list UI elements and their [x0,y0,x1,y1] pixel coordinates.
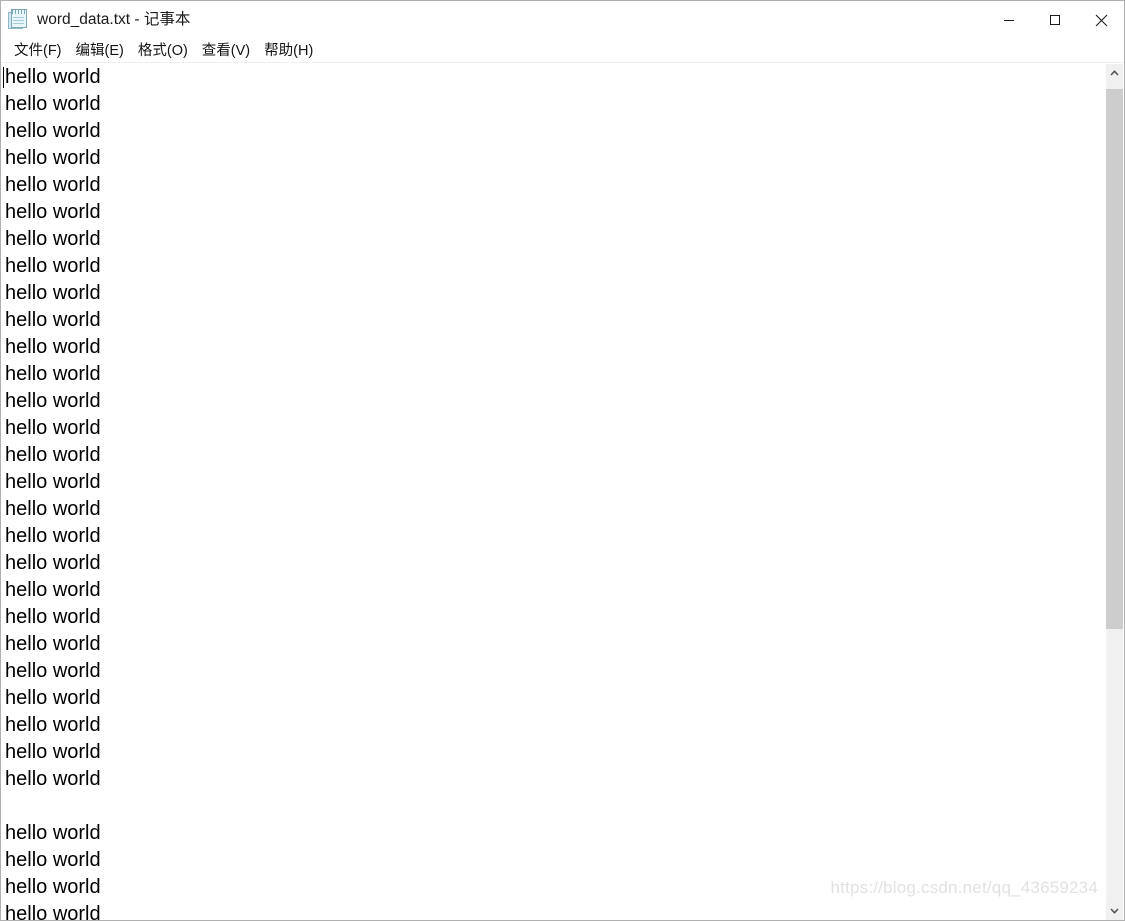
text-line: hello world [5,93,101,115]
maximize-button[interactable] [1032,1,1078,39]
vertical-scrollbar[interactable] [1105,64,1123,920]
text-line: hello world [5,66,101,88]
text-line [2,793,1105,820]
text-line: hello world [5,660,101,682]
text-line: hello world [5,606,101,628]
text-line: hello world [5,849,101,871]
text-line: hello world [5,255,101,277]
scroll-down-button[interactable] [1106,902,1123,920]
text-line: hello world [5,876,101,898]
notepad-window: word_data.txt - 记事本 文件(F) 编辑(E) 格式(O) 查看… [0,0,1125,921]
menu-bar: 文件(F) 编辑(E) 格式(O) 查看(V) 帮助(H) [1,39,1124,63]
text-line: hello world [5,444,101,466]
text-line: hello world [5,282,101,304]
text-caret [3,67,4,88]
text-line: hello world [5,336,101,358]
text-line: hello world [5,498,101,520]
text-line: hello world [5,471,101,493]
title-bar-left: word_data.txt - 记事本 [1,1,190,39]
text-line: hello world [5,309,101,331]
editor-content: hello world hello world hello world hello w… [1,64,1124,920]
text-line: hello world [5,552,101,574]
text-line: hello world [5,714,101,736]
maximize-icon [1050,15,1060,25]
text-line: hello world [5,201,101,223]
text-line: hello world [5,525,101,547]
text-editor[interactable]: hello world hello world hello world hello w… [1,64,1105,920]
text-line: hello world [5,903,101,920]
text-line: hello world [5,768,101,790]
menu-item-format[interactable]: 格式(O) [131,40,195,62]
window-title: word_data.txt - 记事本 [37,11,191,28]
chevron-up-icon [1110,70,1119,76]
text-line: hello world [5,120,101,142]
text-line: hello world [5,363,101,385]
notepad-icon [8,9,28,31]
scroll-up-button[interactable] [1106,64,1123,82]
text-line: hello world [5,228,101,250]
title-bar[interactable]: word_data.txt - 记事本 [1,1,1124,39]
text-line: hello world [5,822,101,844]
text-line: hello world [5,579,101,601]
menu-item-help[interactable]: 帮助(H) [257,40,320,62]
chevron-down-icon [1110,908,1119,914]
notepad-icon-spiral [12,10,26,14]
notepad-icon-rule [13,23,24,24]
text-line: hello world [5,147,101,169]
text-line: hello world [5,633,101,655]
notepad-icon-rule [13,17,24,18]
scrollbar-thumb[interactable] [1106,89,1123,629]
notepad-icon-rule [13,20,24,21]
menu-item-view[interactable]: 查看(V) [195,40,257,62]
text-line: hello world [5,687,101,709]
close-button[interactable] [1078,1,1124,39]
close-icon [1095,14,1107,26]
minimize-button[interactable] [986,1,1032,39]
caption-buttons [986,1,1124,39]
text-line: hello world [5,741,101,763]
text-line: hello world [5,174,101,196]
menu-item-file[interactable]: 文件(F) [7,40,69,62]
text-line: hello world [5,417,101,439]
minimize-icon [1004,20,1014,21]
menu-item-edit[interactable]: 编辑(E) [69,40,131,62]
text-line: hello world [5,390,101,412]
